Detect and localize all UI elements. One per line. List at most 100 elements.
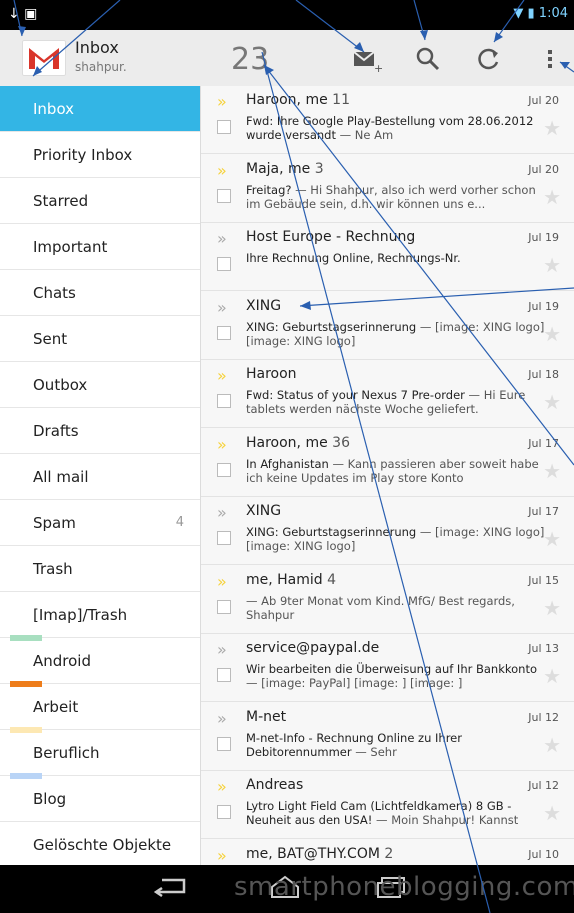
watermark: smartphoneblogging.com	[234, 872, 574, 902]
sidebar-item-blog[interactable]: Blog	[0, 776, 200, 822]
message-date: Jul 20	[528, 94, 559, 107]
message-subject: Ihre Rechnung Online, Rechnungs-Nr.	[246, 251, 461, 265]
importance-marker-icon[interactable]: »	[217, 777, 227, 796]
sidebar-item-trash[interactable]: Trash	[0, 546, 200, 592]
sender-name: Haroon	[246, 366, 297, 382]
message-row[interactable]: » Andreas Jul 12 Lytro Light Field Cam (Lic…	[201, 771, 574, 839]
message-row[interactable]: » XING Jul 17 XING: Geburtstagserinnerung —…	[201, 497, 574, 565]
sidebar-item-all-mail[interactable]: All mail	[0, 454, 200, 500]
overflow-menu-icon[interactable]	[540, 44, 560, 74]
star-icon[interactable]: ★	[543, 596, 561, 620]
importance-marker-icon[interactable]: »	[217, 161, 227, 180]
message-row[interactable]: » Host Europe - Rechnung Jul 19 Ihre Rechnu…	[201, 223, 574, 291]
select-checkbox[interactable]	[217, 668, 231, 682]
message-date: Jul 17	[528, 505, 559, 518]
sidebar-item-label: Sent	[33, 330, 68, 348]
sidebar-item-count: 4	[175, 515, 184, 530]
page-title[interactable]: Inbox	[75, 38, 119, 57]
message-row[interactable]: » XING Jul 19 XING: Geburtstagserinnerung —…	[201, 292, 574, 360]
message-sender: Host Europe - Rechnung	[246, 229, 415, 245]
svg-text:+: +	[374, 62, 382, 74]
importance-marker-icon[interactable]: »	[217, 229, 227, 248]
sidebar-item-outbox[interactable]: Outbox	[0, 362, 200, 408]
message-sender: XING	[246, 503, 281, 519]
message-date: Jul 20	[528, 162, 559, 176]
message-snippet: XING: Geburtstagserinnerung — [image: XI…	[246, 525, 546, 553]
sidebar-item-chats[interactable]: Chats	[0, 270, 200, 316]
sidebar-item-beruflich[interactable]: Beruflich	[0, 730, 200, 776]
sidebar-item-label: Beruflich	[33, 744, 100, 762]
star-icon[interactable]: ★	[543, 527, 561, 551]
message-row[interactable]: » Haroon, me 11 Jul 20 Fwd: Ihre Google Pla…	[201, 86, 574, 154]
message-snippet: M-net-Info - Rechnung Online zu Ihrer De…	[246, 731, 546, 759]
sidebar-item-priority-inbox[interactable]: Priority Inbox	[0, 132, 200, 178]
sidebar-item-starred[interactable]: Starred	[0, 178, 200, 224]
message-row[interactable]: » service@paypal.de Jul 13 Wir bearbeiten d…	[201, 634, 574, 702]
importance-marker-icon[interactable]: »	[217, 709, 227, 728]
message-row[interactable]: » Haroon Jul 18 Fwd: Status of your Nexus 7…	[201, 360, 574, 428]
account-name[interactable]: shahpur.	[75, 60, 127, 74]
star-icon[interactable]: ★	[543, 185, 561, 209]
sender-name: M-net	[246, 708, 287, 725]
sidebar-item-spam[interactable]: Spam 4	[0, 500, 200, 546]
select-checkbox[interactable]	[217, 120, 231, 134]
message-row[interactable]: » me, Hamid 4 Jul 15 — Ab 9ter Monat vom Ki…	[201, 566, 574, 634]
importance-marker-icon[interactable]: »	[217, 92, 227, 111]
sender-name: Haroon, me	[246, 92, 328, 108]
sidebar-item-arbeit[interactable]: Arbeit	[0, 684, 200, 730]
sidebar-item-label: Starred	[33, 192, 89, 210]
star-icon[interactable]: ★	[543, 116, 561, 140]
message-row[interactable]: » Haroon, me 36 Jul 17 In Afghanistan — Kan…	[201, 429, 574, 497]
message-subject: In Afghanistan	[246, 456, 329, 471]
sidebar-item-label: Android	[33, 652, 91, 670]
message-snippet: — Ab 9ter Monat vom Kind. MfG/ Best rega…	[246, 594, 546, 622]
label-sidebar: Inbox Priority Inbox Starred Important Chats…	[0, 86, 200, 868]
sidebar-item-imap-trash[interactable]: [Imap]/Trash	[0, 592, 200, 638]
sidebar-item-drafts[interactable]: Drafts	[0, 408, 200, 454]
star-icon[interactable]: ★	[543, 801, 561, 825]
message-row[interactable]: » M-net Jul 12 M-net-Info - Rechnung Online…	[201, 703, 574, 771]
star-icon[interactable]: ★	[543, 322, 561, 346]
message-snippet: Ihre Rechnung Online, Rechnungs-Nr.	[246, 251, 546, 265]
select-checkbox[interactable]	[217, 188, 231, 203]
select-checkbox[interactable]	[217, 736, 231, 751]
importance-marker-icon[interactable]: »	[217, 503, 227, 522]
message-sender: me, Hamid 4	[246, 572, 336, 588]
select-checkbox[interactable]	[217, 394, 231, 408]
thread-count: 3	[314, 160, 324, 177]
select-checkbox[interactable]	[217, 531, 231, 545]
select-checkbox[interactable]	[217, 257, 231, 271]
sidebar-item-inbox[interactable]: Inbox	[0, 86, 200, 132]
message-sender: Haroon	[246, 366, 297, 382]
select-checkbox[interactable]	[217, 599, 231, 614]
sidebar-item-important[interactable]: Important	[0, 224, 200, 270]
back-icon[interactable]	[153, 874, 188, 904]
refresh-icon[interactable]	[474, 44, 504, 74]
importance-marker-icon[interactable]: »	[217, 298, 227, 317]
select-checkbox[interactable]	[217, 462, 231, 477]
message-date: Jul 17	[528, 436, 559, 450]
message-row[interactable]: » Maja, me 3 Jul 20 Freitag? — Hi Shahpur, …	[201, 155, 574, 223]
star-icon[interactable]: ★	[543, 664, 561, 688]
importance-marker-icon[interactable]: »	[217, 366, 227, 385]
sidebar-item-sent[interactable]: Sent	[0, 316, 200, 362]
sidebar-item-android[interactable]: Android	[0, 638, 200, 684]
star-icon[interactable]: ★	[543, 459, 561, 483]
message-date: Jul 13	[528, 642, 559, 655]
select-checkbox[interactable]	[217, 805, 231, 819]
compose-icon[interactable]: +	[352, 44, 383, 75]
importance-marker-icon[interactable]: »	[217, 640, 227, 659]
star-icon[interactable]: ★	[543, 253, 561, 277]
message-sender: service@paypal.de	[246, 640, 379, 656]
star-icon[interactable]: ★	[543, 733, 561, 757]
importance-marker-icon[interactable]: »	[217, 435, 227, 454]
sidebar-item-label: Spam	[33, 514, 76, 532]
search-icon[interactable]	[413, 44, 443, 74]
importance-marker-icon[interactable]: »	[217, 846, 227, 865]
message-preview: — Sehr	[351, 744, 397, 759]
gmail-logo-icon[interactable]	[22, 40, 66, 76]
sidebar-item-gel-schte-objekte[interactable]: Gelöschte Objekte	[0, 822, 200, 868]
select-checkbox[interactable]	[217, 325, 231, 340]
star-icon[interactable]: ★	[543, 390, 561, 414]
importance-marker-icon[interactable]: »	[217, 572, 227, 591]
